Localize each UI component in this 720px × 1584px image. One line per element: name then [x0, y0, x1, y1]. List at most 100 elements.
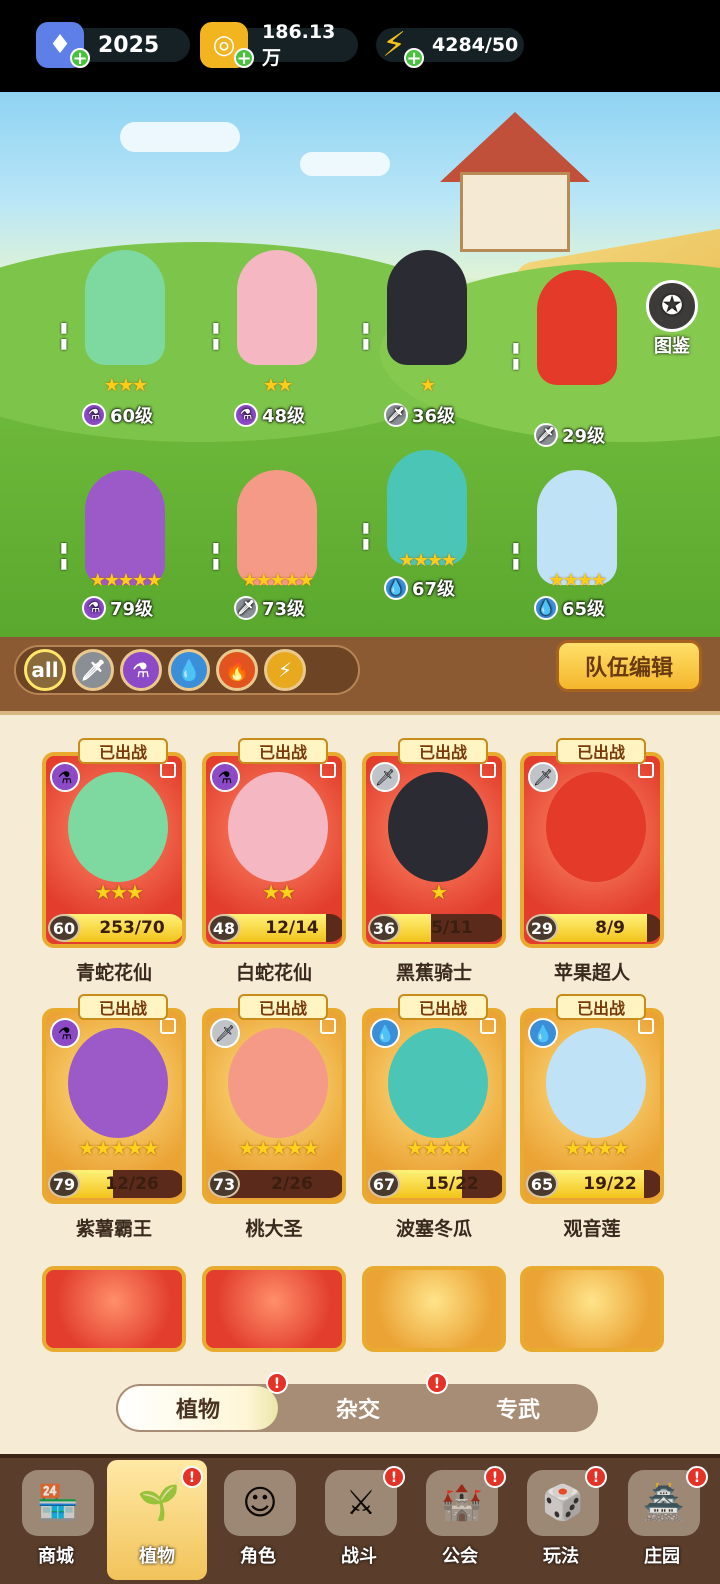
nav-badge: ! [686, 1466, 708, 1488]
hero-level: 🗡 36级 [384, 402, 474, 428]
plant-card[interactable]: 🗡 ★ 36 5/11 [362, 752, 506, 948]
hero-level: 🗡 73级 [234, 595, 324, 621]
hero-level: ⚗ 60级 [82, 402, 172, 428]
team-hero-6[interactable]: ▮ ▮ ★★★★★ 🗡 73级 [212, 470, 342, 620]
plant-card[interactable]: 🗡 29 8/9 [520, 752, 664, 948]
slot-marker: ▮ ▮ [60, 540, 68, 572]
filter-all-button[interactable]: all [24, 649, 66, 691]
element-filters: all 🗡 ⚗ 💧 🔥 ⚡ [14, 645, 360, 695]
plant-portrait [546, 1028, 646, 1138]
water-drop-icon: 💧 [384, 576, 408, 600]
plant-stars: ★★★★ [564, 1136, 630, 1160]
slot-marker: ▮ ▮ [212, 540, 220, 572]
team-hero-5[interactable]: ▮ ▮ ★★★★★ ⚗ 79级 [60, 470, 190, 620]
nav-shop[interactable]: 🏪 商城 [6, 1460, 106, 1580]
tab-hybrid[interactable]: 杂交! [278, 1372, 448, 1430]
nav-manor[interactable]: 🏯 庄园 ! [612, 1460, 712, 1580]
tab-exclusive-weapon[interactable]: 专武 [438, 1386, 598, 1430]
plant-level: 67 [368, 1170, 400, 1198]
farmhouse [440, 112, 600, 252]
nav-label: 庄园 [644, 1546, 680, 1567]
plant-stars: ★ [430, 880, 448, 904]
plant-name: 波塞冬瓜 [395, 1218, 472, 1240]
add-energy-icon[interactable]: + [404, 48, 424, 68]
plant-stars: ★★ [262, 880, 296, 904]
purple-potion-icon: ⚗ [234, 403, 258, 427]
shard-progress-text: 12/26 [105, 1174, 159, 1194]
hero-level-text: 29级 [562, 426, 606, 447]
filter-fire-button[interactable]: 🔥 [216, 649, 258, 691]
plant-level: 36 [368, 914, 400, 942]
nav-plant[interactable]: 🌱 植物 ! [107, 1460, 207, 1580]
hero-figure [85, 470, 165, 585]
shard-progress-text: 15/22 [425, 1174, 479, 1194]
deployed-tag: 已出战 [398, 738, 488, 764]
water-drop-icon: 💧 [534, 596, 558, 620]
plant-card[interactable]: ⚗ ★★★ 60 253/70 [42, 752, 186, 948]
filter-potion-button[interactable]: ⚗ [120, 649, 162, 691]
plant-name: 桃大圣 [245, 1218, 303, 1240]
plant-card[interactable]: ⚗ ★★ 48 12/14 [202, 752, 346, 948]
plant-card[interactable]: ⚗ ★★★★★ 79 12/26 [42, 1008, 186, 1204]
filter-water-button[interactable]: 💧 [168, 649, 210, 691]
plant-card[interactable]: 🗡 ★★★★★ 73 2/26 [202, 1008, 346, 1204]
hero-stars: ★★★★★ [89, 570, 163, 591]
plant-portrait [388, 772, 488, 882]
slot-marker: ▮ ▮ [60, 320, 68, 352]
diamond-counter[interactable]: ♦ + 2025 [36, 22, 190, 68]
potion-icon: ⚗ [50, 762, 80, 792]
nav-gameplay[interactable]: 🎲 玩法 ! [511, 1460, 611, 1580]
plant-card[interactable]: 💧 ★★★★ 65 19/22 [520, 1008, 664, 1204]
hero-figure [387, 250, 467, 365]
plant-card-partial[interactable] [202, 1266, 346, 1352]
nav-label: 玩法 [543, 1546, 579, 1567]
plant-level: 60 [48, 914, 80, 942]
plant-level: 79 [48, 1170, 80, 1198]
team-hero-3[interactable]: ▮ ▮ ★ 🗡 36级 [362, 250, 492, 427]
team-hero-4[interactable]: ▮ ▮ 🗡 29级 [512, 270, 642, 447]
team-edit-button[interactable]: 队伍编辑 [556, 640, 702, 692]
gold-counter[interactable]: ◎ + 186.13万 [200, 21, 358, 69]
fire-icon: 🔥 [224, 658, 250, 682]
nav-guild[interactable]: 🏰 公会 ! [410, 1460, 510, 1580]
add-diamond-icon[interactable]: + [70, 48, 90, 68]
hero-stars: ★★★★ [398, 550, 458, 571]
plant-name: 紫薯霸王 [75, 1218, 152, 1240]
filter-lightning-button[interactable]: ⚡ [264, 649, 306, 691]
energy-value: 4284/50 [432, 34, 519, 56]
team-hero-8[interactable]: ▮ ▮ ★★★★ 💧 65级 [512, 470, 642, 620]
hero-level-text: 65级 [562, 599, 606, 620]
plant-card[interactable]: 💧 ★★★★ 67 15/22 [362, 1008, 506, 1204]
sword-icon: 🗡 [210, 1018, 240, 1048]
plant-card-partial[interactable] [520, 1266, 664, 1352]
slot-tag-icon [480, 1018, 496, 1034]
hero-figure [237, 470, 317, 585]
deployed-tag: 已出战 [78, 738, 168, 764]
shard-progress-text: 253/70 [99, 918, 165, 938]
plant-card-partial[interactable] [42, 1266, 186, 1352]
potion-icon: ⚗ [132, 658, 150, 682]
shard-progress-text: 5/11 [431, 918, 473, 938]
hero-level-text: 67级 [412, 579, 456, 600]
team-hero-7[interactable]: ▮ ▮ ★★★★ 💧 67级 [362, 450, 492, 600]
energy-counter[interactable]: ⚡ + 4284/50 [376, 25, 524, 68]
atlas-label: 图鉴 [654, 336, 690, 357]
purple-potion-icon: ⚗ [82, 403, 106, 427]
add-gold-icon[interactable]: + [234, 48, 254, 68]
water-icon: 💧 [528, 1018, 558, 1048]
team-hero-1[interactable]: ▮ ▮ ★★★ ⚗ 60级 [60, 250, 190, 427]
filter-sword-button[interactable]: 🗡 [72, 649, 114, 691]
shard-progress-text: 12/14 [265, 918, 319, 938]
tab-plants[interactable]: 植物! [118, 1372, 288, 1430]
hero-figure [85, 250, 165, 365]
plant-level: 48 [208, 914, 240, 942]
nav-battle[interactable]: ⚔ 战斗 ! [309, 1460, 409, 1580]
atlas-button[interactable]: ✪ 图鉴 [640, 280, 704, 357]
nav-character[interactable]: ☺ 角色 [208, 1460, 308, 1580]
cloud [300, 152, 390, 176]
nav-badge: ! [181, 1466, 203, 1488]
shard-progress-text: 8/9 [595, 918, 625, 938]
team-hero-2[interactable]: ▮ ▮ ★★ ⚗ 48级 [212, 250, 342, 427]
plant-card-partial[interactable] [362, 1266, 506, 1352]
hero-level: 💧 65级 [534, 595, 624, 621]
